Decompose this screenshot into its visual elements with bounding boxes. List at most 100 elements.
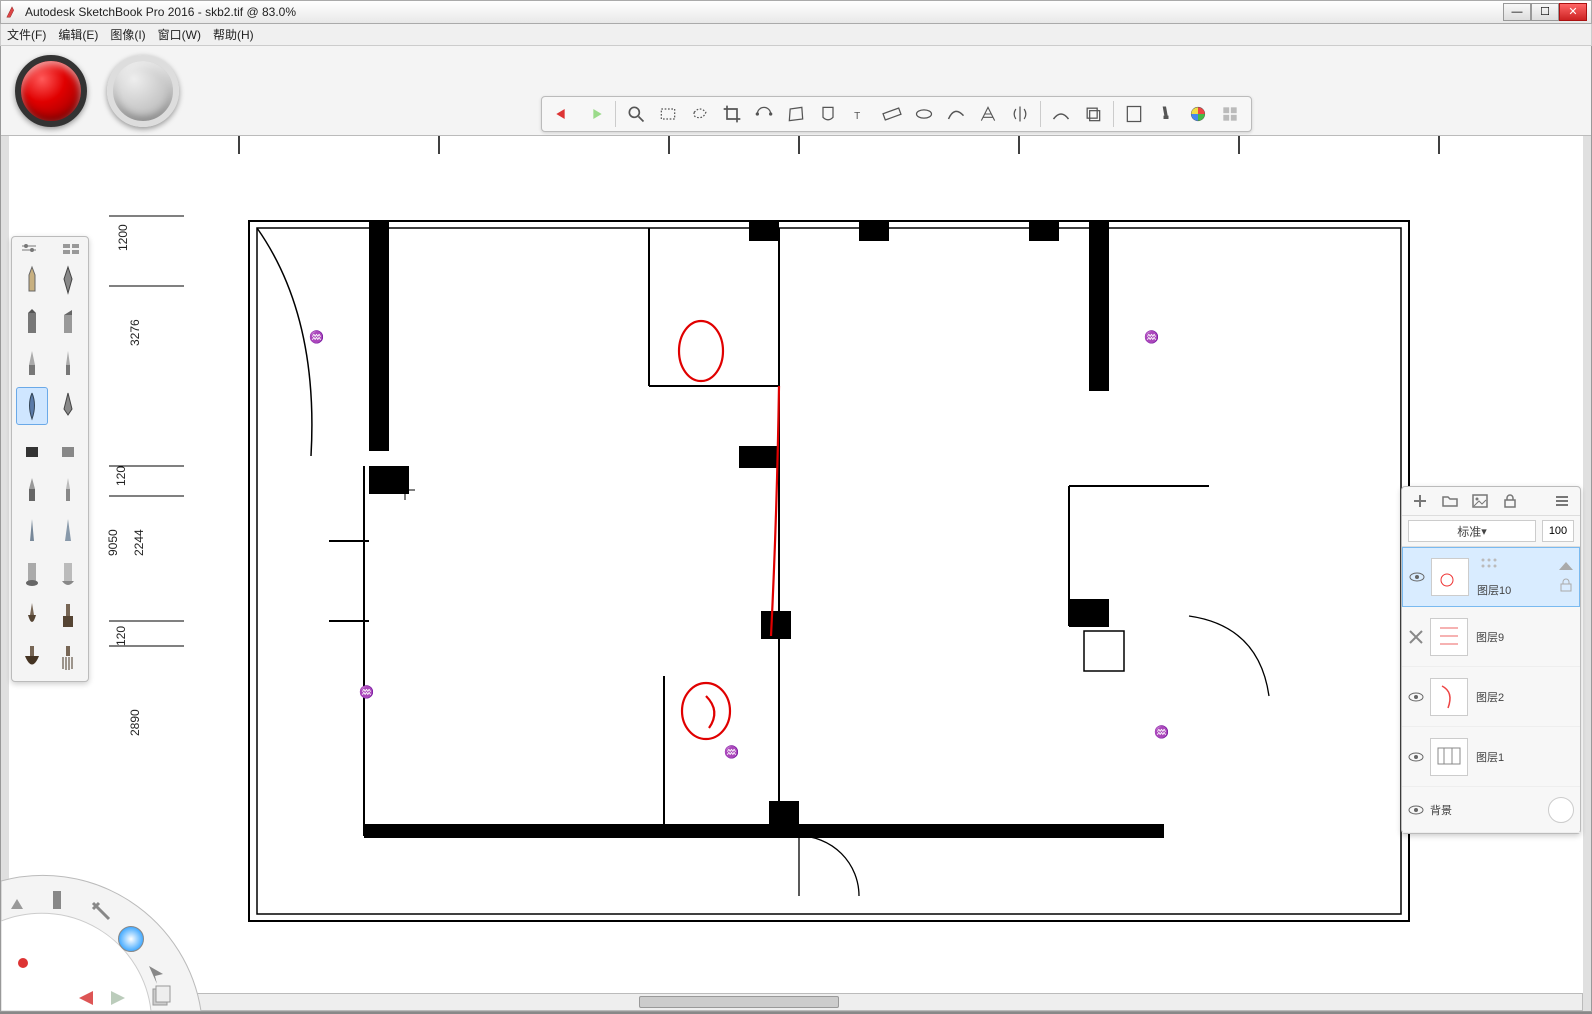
brush-paint[interactable] — [16, 471, 48, 509]
brush-bristle[interactable] — [52, 639, 84, 677]
ellipse-guide-button[interactable] — [909, 99, 939, 129]
svg-text:120: 120 — [114, 626, 128, 646]
blend-mode-select[interactable]: 标准 ▾ — [1408, 520, 1536, 542]
svg-text:♒: ♒ — [309, 330, 324, 344]
transform-free-button[interactable] — [749, 99, 779, 129]
layer-name: 图层9 — [1476, 629, 1504, 645]
scrollbar-thumb[interactable] — [639, 996, 839, 1008]
background-color-swatch[interactable] — [1548, 797, 1574, 823]
brush-eraser-soft[interactable] — [52, 429, 84, 467]
layer-thumbnail — [1431, 558, 1469, 596]
svg-text:♒: ♒ — [1144, 330, 1159, 344]
visibility-icon[interactable] — [1408, 749, 1424, 765]
layer-preview-icon — [1477, 556, 1501, 576]
brush-fan[interactable] — [16, 639, 48, 677]
fill-button[interactable] — [813, 99, 843, 129]
french-curve-button[interactable] — [941, 99, 971, 129]
move-up-icon[interactable] — [1559, 562, 1573, 572]
brush-pen[interactable] — [52, 261, 84, 299]
menu-file[interactable]: 文件(F) — [7, 26, 46, 43]
brush-pencil[interactable] — [16, 261, 48, 299]
brush-grid-icon[interactable] — [62, 243, 80, 255]
brush-ballpoint[interactable] — [16, 513, 48, 551]
undo-button[interactable] — [548, 99, 578, 129]
brush-airbrush[interactable] — [16, 345, 48, 383]
primary-color-puck[interactable] — [15, 55, 87, 127]
brush-marker[interactable] — [16, 303, 48, 341]
workspace: T 1200 3276 120 9 — [0, 46, 1592, 1012]
stroke-stabilizer-button[interactable] — [1046, 99, 1076, 129]
layer-menu-icon[interactable] — [1554, 493, 1570, 509]
transform-distort-button[interactable] — [781, 99, 811, 129]
brush-library-button[interactable] — [1119, 99, 1149, 129]
horizontal-scrollbar[interactable] — [9, 993, 1583, 1011]
toolbar-separator — [1113, 101, 1114, 127]
zoom-button[interactable] — [621, 99, 651, 129]
svg-text:T: T — [854, 111, 860, 122]
brush-paint-soft[interactable] — [52, 471, 84, 509]
brush-brush[interactable] — [16, 597, 48, 635]
crop-button[interactable] — [717, 99, 747, 129]
brush-eraser-hard[interactable] — [16, 429, 48, 467]
svg-text:♒: ♒ — [1154, 725, 1169, 739]
window-title: Autodesk SketchBook Pro 2016 - skb2.tif … — [25, 5, 1503, 19]
canvas[interactable]: 1200 3276 120 9050 2244 120 2890 — [9, 136, 1583, 993]
svg-text:♒: ♒ — [724, 745, 739, 759]
maximize-button[interactable]: ☐ — [1531, 3, 1559, 21]
symmetry-button[interactable] — [1005, 99, 1035, 129]
title-bar: Autodesk SketchBook Pro 2016 - skb2.tif … — [0, 0, 1592, 24]
svg-text:1200: 1200 — [116, 224, 130, 251]
menu-image[interactable]: 图像(I) — [110, 26, 145, 43]
brush-flat[interactable] — [52, 597, 84, 635]
grid-view-button[interactable] — [1215, 99, 1245, 129]
svg-text:9050: 9050 — [106, 529, 120, 556]
visibility-off-icon[interactable] — [1408, 629, 1424, 645]
close-button[interactable]: ✕ — [1559, 3, 1587, 21]
layer-name: 图层10 — [1477, 582, 1511, 598]
layer-row[interactable]: 图层9 — [1402, 607, 1580, 667]
brush-properties-button[interactable] — [1151, 99, 1181, 129]
opacity-field[interactable]: 100 — [1542, 520, 1574, 542]
layer-row[interactable]: 图层2 — [1402, 667, 1580, 727]
minimize-button[interactable]: — — [1503, 3, 1531, 21]
redo-button[interactable] — [580, 99, 610, 129]
brush-ink[interactable] — [16, 387, 48, 425]
perspective-button[interactable] — [973, 99, 1003, 129]
brush-settings-icon[interactable] — [20, 243, 38, 255]
layer-add-button[interactable] — [1078, 99, 1108, 129]
menu-window[interactable]: 窗口(W) — [158, 26, 201, 43]
color-wheel-button[interactable] — [1183, 99, 1213, 129]
visibility-icon[interactable] — [1408, 689, 1424, 705]
toolbar-separator — [615, 101, 616, 127]
brush-felt[interactable] — [52, 513, 84, 551]
menu-edit[interactable]: 编辑(E) — [58, 26, 98, 43]
toolbar-separator — [1040, 101, 1041, 127]
layer-thumbnail — [1430, 678, 1468, 716]
select-lasso-button[interactable] — [685, 99, 715, 129]
layer-add-icon[interactable] — [1412, 493, 1428, 509]
brush-airbrush-2[interactable] — [52, 345, 84, 383]
menu-help[interactable]: 帮助(H) — [213, 26, 254, 43]
lock-icon[interactable] — [1559, 578, 1573, 592]
brush-marker-chisel[interactable] — [52, 303, 84, 341]
layer-lock-icon[interactable] — [1502, 493, 1518, 509]
layer-folder-icon[interactable] — [1442, 493, 1458, 509]
svg-text:3276: 3276 — [128, 319, 142, 346]
brush-palette — [11, 236, 89, 682]
background-layer-row[interactable]: 背景 — [1402, 787, 1580, 833]
select-rect-button[interactable] — [653, 99, 683, 129]
svg-text:120: 120 — [114, 466, 128, 486]
secondary-color-puck[interactable] — [107, 55, 179, 127]
brush-smudge[interactable] — [52, 555, 84, 593]
visibility-icon[interactable] — [1409, 569, 1425, 585]
brush-chisel[interactable] — [16, 555, 48, 593]
ruler-button[interactable] — [877, 99, 907, 129]
svg-text:2244: 2244 — [132, 529, 146, 556]
layer-row[interactable]: 图层1 — [1402, 727, 1580, 787]
layer-row[interactable]: 图层10 — [1402, 547, 1580, 607]
visibility-icon[interactable] — [1408, 802, 1424, 818]
text-button[interactable]: T — [845, 99, 875, 129]
layer-thumbnail — [1430, 618, 1468, 656]
brush-nib[interactable] — [52, 387, 84, 425]
layer-image-icon[interactable] — [1472, 493, 1488, 509]
